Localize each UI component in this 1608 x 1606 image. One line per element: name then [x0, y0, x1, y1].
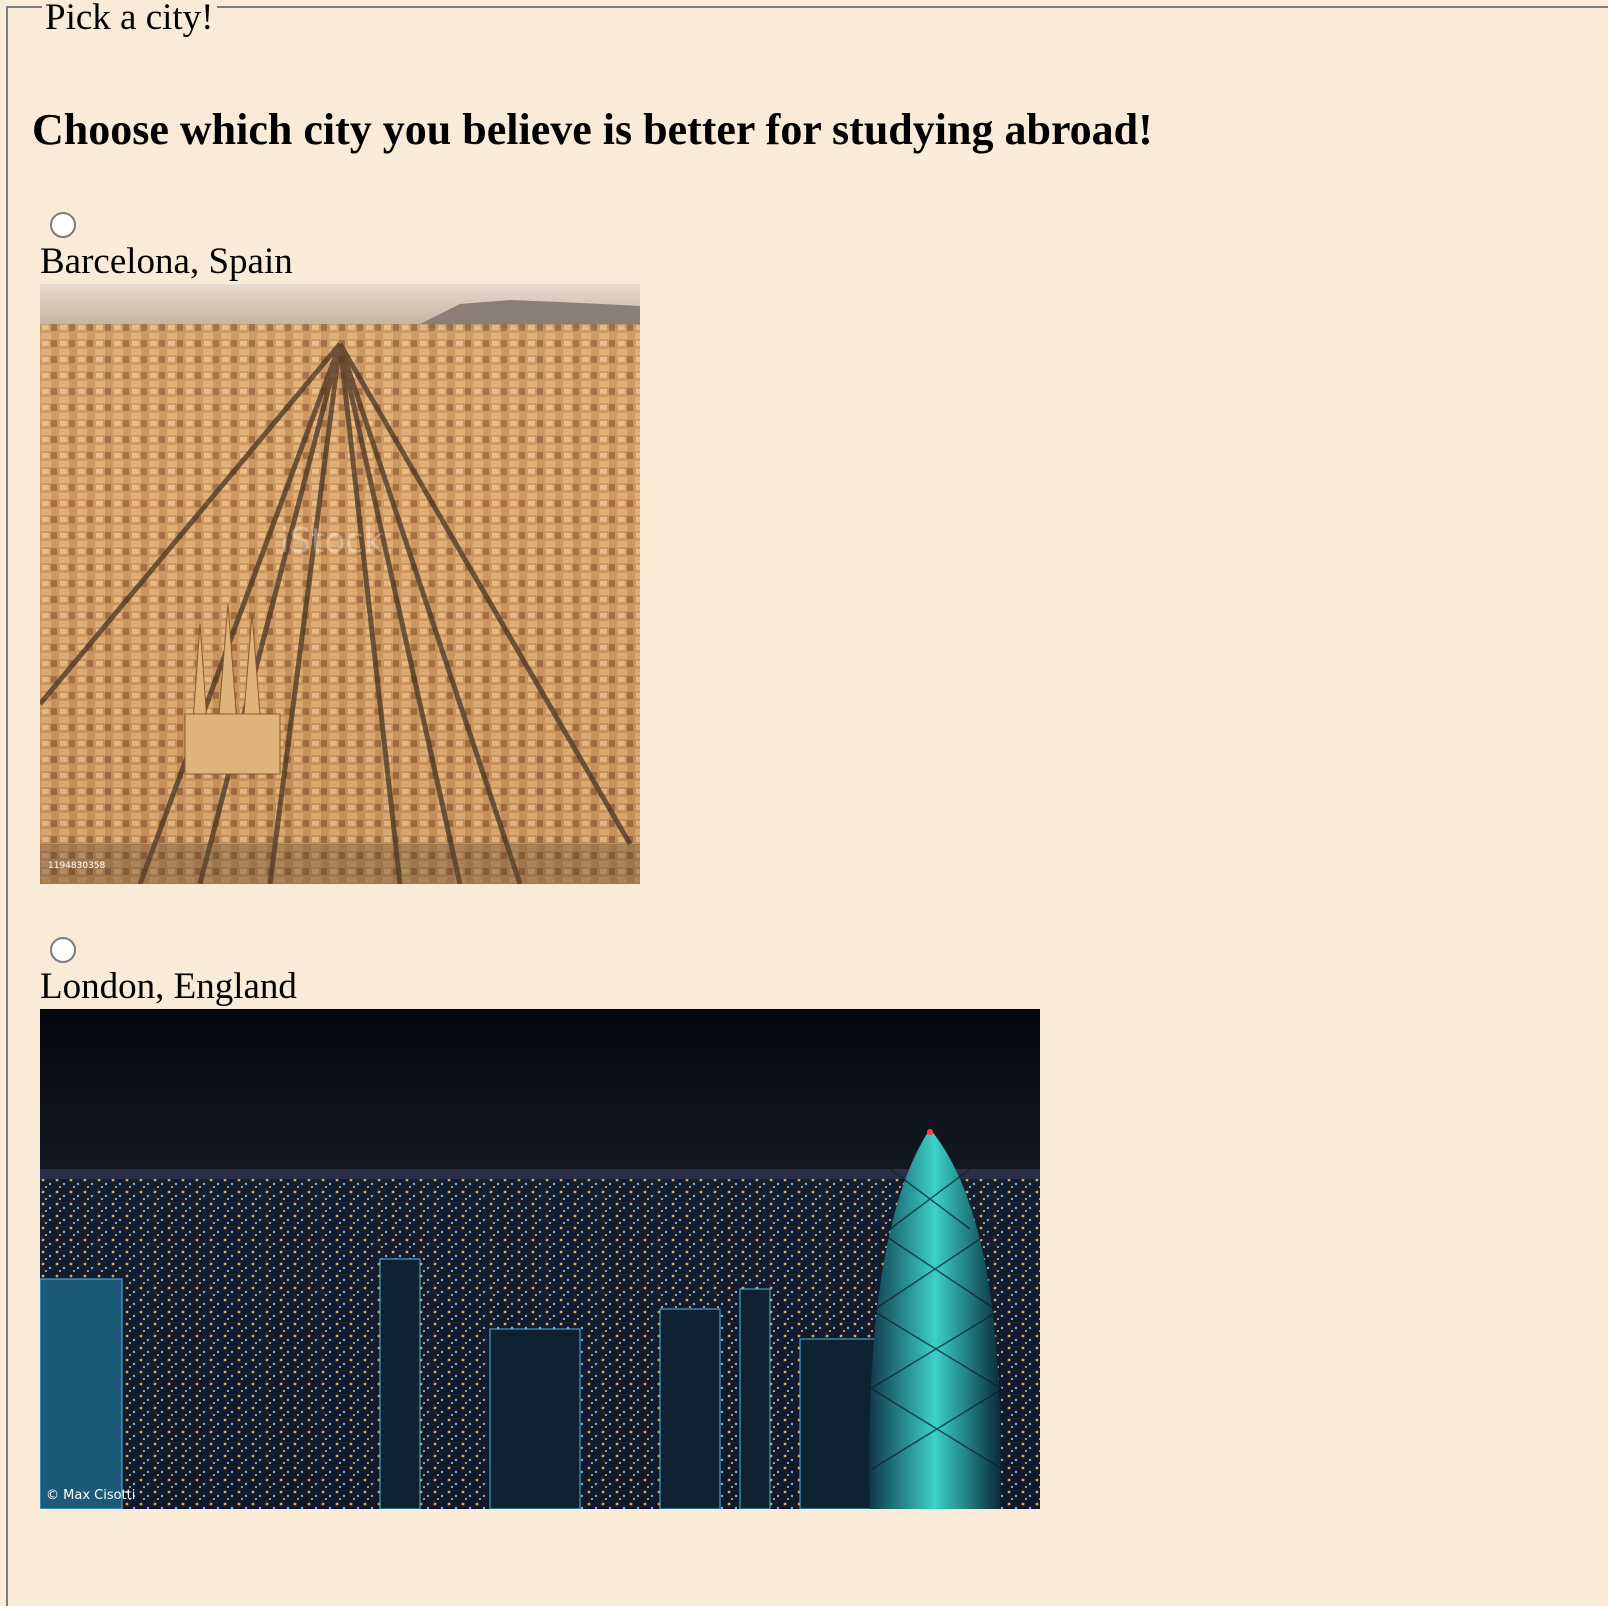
fieldset-legend: Pick a city! — [42, 0, 217, 40]
option-label-london[interactable]: London, England — [40, 966, 297, 1008]
option-label-barcelona[interactable]: Barcelona, Spain — [40, 241, 293, 283]
london-photo-credit: © Max Cisotti — [46, 1488, 135, 1503]
barcelona-watermark: iStock — [280, 521, 384, 561]
barcelona-photo-id: 1194830358 — [48, 861, 106, 871]
barcelona-photo: 1194830358 iStock — [40, 284, 640, 884]
london-photo: © Max Cisotti — [40, 1009, 1040, 1509]
radio-london[interactable] — [50, 937, 76, 963]
radio-barcelona[interactable] — [50, 212, 76, 238]
page-heading: Choose which city you believe is better … — [32, 105, 1153, 154]
